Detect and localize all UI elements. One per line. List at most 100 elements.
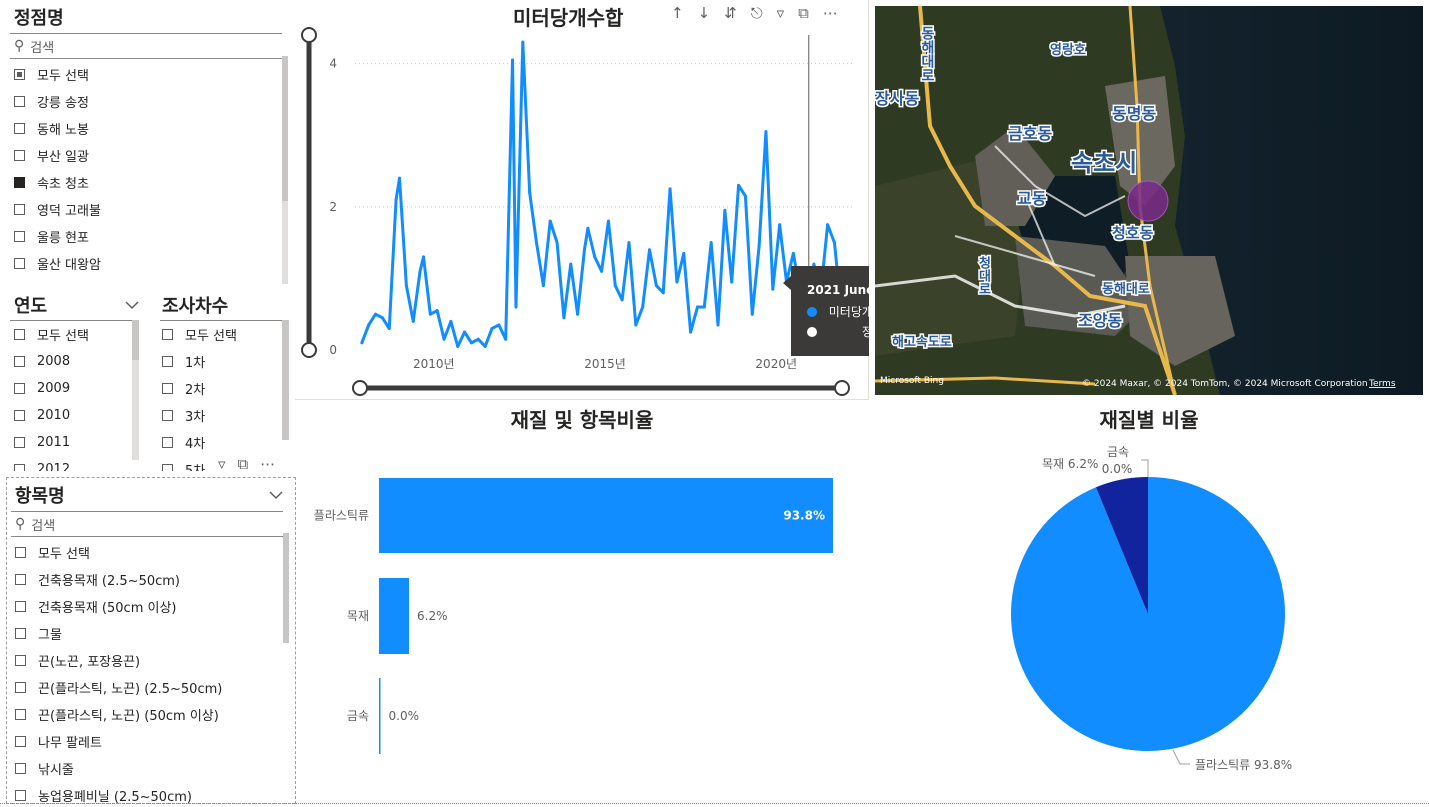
slider-handle[interactable] — [301, 27, 317, 43]
map-visual[interactable]: 동해대로 영랑호 장사동 동명동 금호동 속초시 교동 청호동 동해대로 조양동 해고속도로 청대로 … — [875, 6, 1423, 395]
checkbox[interactable] — [15, 763, 26, 774]
data-point[interactable] — [394, 198, 398, 202]
data-point[interactable] — [682, 251, 686, 255]
item-row[interactable]: 끈(플라스틱, 노끈) (50cm 이상) — [15, 701, 295, 728]
data-point[interactable] — [695, 305, 699, 309]
checkbox[interactable] — [14, 410, 25, 421]
data-point[interactable] — [750, 312, 754, 316]
data-point[interactable] — [469, 341, 473, 345]
checkbox[interactable] — [14, 383, 25, 394]
survey-item[interactable]: 4차 — [162, 429, 294, 456]
station-item[interactable]: 울산 대왕암 — [14, 250, 292, 277]
chevron-down-icon[interactable] — [125, 300, 139, 310]
data-point[interactable] — [367, 323, 371, 327]
data-point[interactable] — [541, 284, 545, 288]
item-row[interactable]: 끈(노끈, 포장용끈) — [15, 647, 295, 674]
data-point[interactable] — [654, 284, 658, 288]
item-row[interactable]: 모두 선택 — [15, 539, 295, 566]
data-point[interactable] — [613, 284, 617, 288]
data-point[interactable] — [428, 312, 432, 316]
checkbox[interactable] — [15, 574, 26, 585]
data-point[interactable] — [360, 341, 364, 345]
checkbox[interactable] — [14, 123, 25, 134]
data-point[interactable] — [593, 255, 597, 259]
slider-handle[interactable] — [352, 380, 368, 396]
pie-chart-visual[interactable]: 재질별 비율 금속 0.0% 목재 6.2% 플라스틱류 93.8% — [875, 402, 1423, 802]
data-point[interactable] — [387, 327, 391, 331]
data-point[interactable] — [497, 323, 501, 327]
bar-chart-visual[interactable]: 재질 및 항목비율 플라스틱류 93.8% 목재 6.2% 금속 0.0% — [295, 402, 869, 802]
data-point[interactable] — [456, 344, 460, 348]
data-point[interactable] — [826, 223, 830, 227]
item-row[interactable]: 끈(플라스틱, 노끈) (2.5~50cm) — [15, 674, 295, 701]
scroll-thumb[interactable] — [282, 56, 288, 201]
data-point[interactable] — [648, 248, 652, 252]
survey-item[interactable]: 모두 선택 — [162, 321, 294, 348]
data-point[interactable] — [668, 187, 672, 191]
bar[interactable] — [379, 578, 410, 654]
checkbox[interactable] — [15, 601, 26, 612]
checkbox[interactable] — [15, 655, 26, 666]
station-item[interactable]: 부산 일광 — [14, 142, 292, 169]
series-line[interactable] — [360, 40, 843, 348]
item-search-input[interactable]: ⚲ 검색 — [11, 512, 283, 537]
checkbox[interactable] — [15, 682, 26, 693]
data-point[interactable] — [521, 40, 525, 44]
data-point[interactable] — [620, 298, 624, 302]
line-chart-visual[interactable]: 미터당개수합 ↑ ↓ ⇵ ⎋ ▿ ⧉ ⋯ 0 2 4 2010년 2015년 2020년 2… — [295, 0, 869, 400]
station-scrollbar[interactable] — [282, 56, 288, 284]
checkbox[interactable] — [15, 547, 26, 558]
checkbox[interactable] — [15, 628, 26, 639]
data-point[interactable] — [490, 327, 494, 331]
year-item[interactable]: 2010 — [14, 402, 140, 429]
data-point[interactable] — [535, 241, 539, 245]
data-point[interactable] — [380, 316, 384, 320]
pie-chart-svg[interactable]: 금속 0.0% 목재 6.2% 플라스틱류 93.8% — [875, 402, 1423, 802]
data-point[interactable] — [606, 219, 610, 223]
survey-scrollbar[interactable] — [282, 320, 289, 440]
station-item[interactable]: 울릉 현포 — [14, 223, 292, 250]
data-point[interactable] — [514, 305, 518, 309]
item-row[interactable]: 낚시줄 — [15, 755, 295, 782]
checkbox[interactable] — [14, 96, 25, 107]
year-item[interactable]: 2009 — [14, 375, 140, 402]
line-chart-svg[interactable]: 0242010년2015년2020년2021 June미터당개수합0.80정점수… — [295, 0, 869, 400]
data-point[interactable] — [716, 323, 720, 327]
data-point[interactable] — [483, 344, 487, 348]
data-point[interactable] — [812, 262, 816, 266]
data-point[interactable] — [730, 280, 734, 284]
data-point[interactable] — [832, 241, 836, 245]
more-options-icon[interactable]: ⋯ — [260, 455, 275, 473]
data-point[interactable] — [442, 337, 446, 341]
terms-link[interactable]: Terms — [1368, 379, 1396, 389]
data-point[interactable] — [757, 244, 761, 248]
survey-item[interactable]: 3차 — [162, 402, 294, 429]
station-item[interactable]: 속초 청초 — [14, 169, 292, 196]
data-point[interactable] — [586, 226, 590, 230]
data-point[interactable] — [404, 284, 408, 288]
survey-item[interactable]: 1차 — [162, 348, 294, 375]
item-slicer-header[interactable]: 항목명 — [11, 478, 283, 512]
data-point[interactable] — [743, 194, 747, 198]
data-point[interactable] — [504, 337, 508, 341]
data-point[interactable] — [661, 291, 665, 295]
bar-chart-svg[interactable]: 플라스틱류 93.8% 목재 6.2% 금속 0.0% — [295, 402, 869, 802]
scroll-thumb[interactable] — [283, 533, 289, 643]
checkbox[interactable] — [14, 231, 25, 242]
checkbox[interactable] — [15, 709, 26, 720]
data-point[interactable] — [576, 312, 580, 316]
data-point[interactable] — [723, 208, 727, 212]
data-point[interactable] — [627, 241, 631, 245]
data-point[interactable] — [600, 269, 604, 273]
data-point[interactable] — [634, 323, 638, 327]
item-row[interactable]: 건축용목재 (50cm 이상) — [15, 593, 295, 620]
data-point[interactable] — [411, 319, 415, 323]
station-item[interactable]: 모두 선택 — [14, 61, 292, 88]
checkbox[interactable] — [14, 356, 25, 367]
checkbox[interactable] — [162, 437, 173, 448]
checkbox[interactable] — [14, 258, 25, 269]
checkbox[interactable] — [14, 204, 25, 215]
data-point[interactable] — [675, 280, 679, 284]
checkbox[interactable] — [162, 410, 173, 421]
checkbox[interactable] — [14, 150, 25, 161]
